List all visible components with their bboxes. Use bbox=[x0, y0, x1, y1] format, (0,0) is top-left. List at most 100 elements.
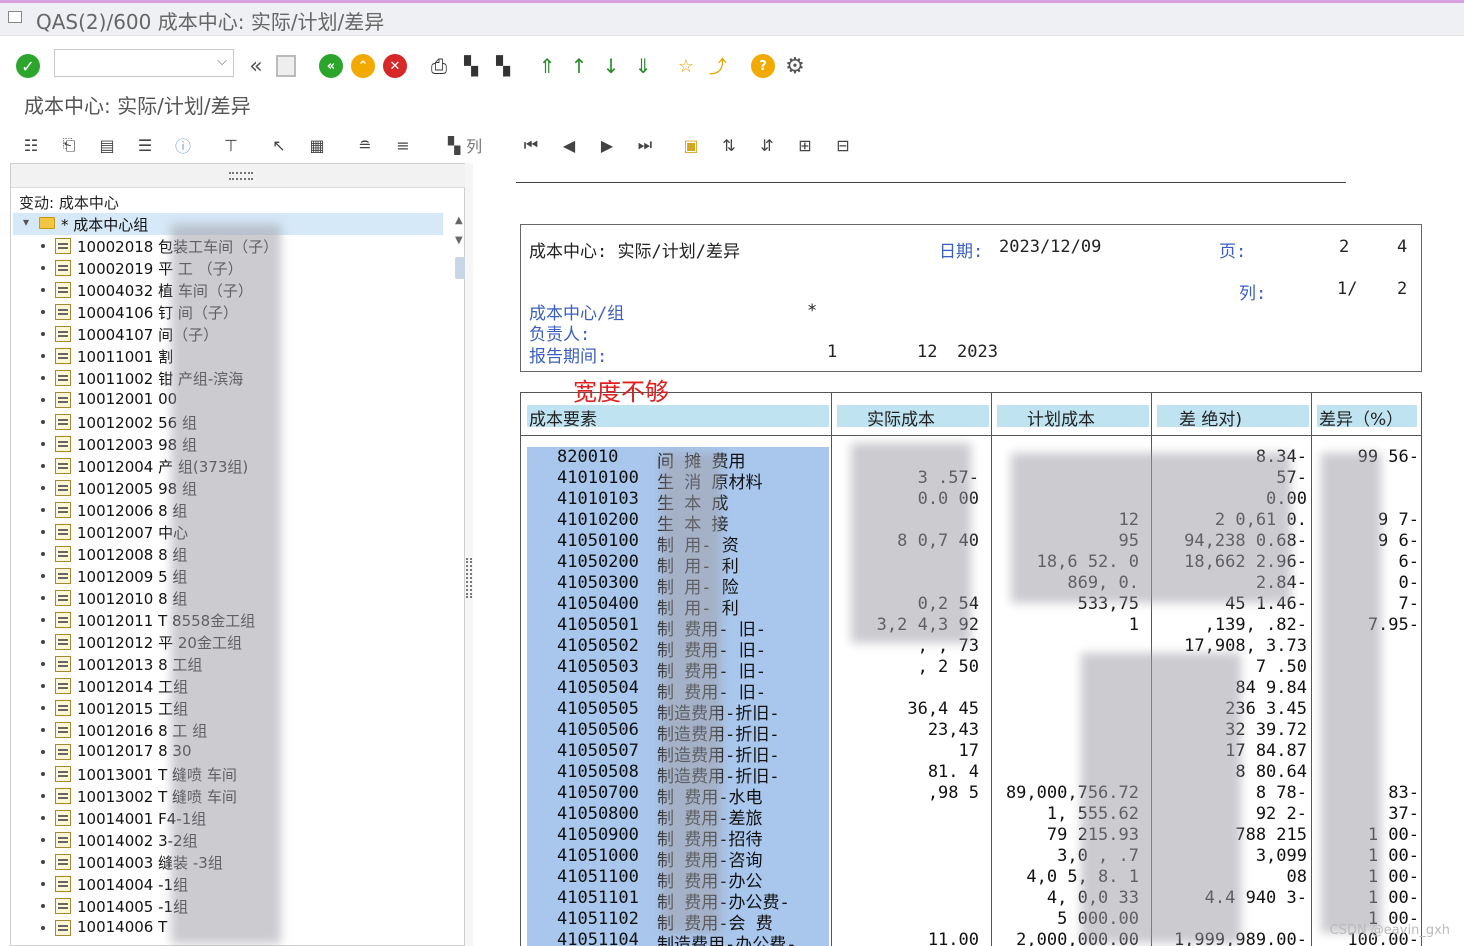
bullet-icon bbox=[41, 596, 45, 600]
table-redaction bbox=[1321, 453, 1381, 933]
expand-rows-icon[interactable]: ≡ bbox=[392, 134, 414, 156]
annotation-text: 宽度不够 bbox=[573, 378, 669, 406]
drilldown-icon[interactable]: ⊞ bbox=[794, 134, 816, 156]
collapse-rows-icon[interactable]: ≘ bbox=[354, 134, 376, 156]
help-button[interactable]: ? bbox=[750, 53, 776, 79]
back-button[interactable]: « bbox=[318, 53, 344, 79]
table-row[interactable]: 41050700制 费用-水电 ,98 589,000,756.728 78- … bbox=[521, 783, 1421, 808]
sort-asc-icon[interactable]: ⇅ bbox=[718, 134, 740, 156]
command-input[interactable] bbox=[55, 50, 205, 76]
bullet-icon bbox=[41, 288, 45, 292]
table-row[interactable]: 41051102制 费用-会 费5 000.001 00- bbox=[521, 909, 1421, 934]
clipboard-icon[interactable]: ▣ bbox=[680, 134, 702, 156]
enter-button[interactable]: ✓ bbox=[15, 53, 41, 79]
table-row[interactable]: 41050501制 费用- 旧-3,2 4,3 921 ,139, .82-7.… bbox=[521, 615, 1421, 640]
bullet-icon bbox=[41, 706, 45, 710]
tree-structure-icon[interactable]: ⊟ bbox=[832, 134, 854, 156]
variance-abs: ,139, .82- bbox=[1204, 615, 1307, 635]
cost-element-code: 41051102 bbox=[557, 909, 639, 929]
scroll-down-icon[interactable]: ▼ bbox=[455, 235, 463, 246]
list-icon[interactable]: ☰ bbox=[134, 134, 156, 156]
report-icon[interactable]: ⎗ bbox=[58, 134, 80, 156]
last-page-icon[interactable]: ⇓ bbox=[630, 53, 656, 79]
print-icon[interactable]: ⎙ bbox=[426, 53, 452, 79]
cost-element-code: 41050505 bbox=[557, 699, 639, 719]
next-page-icon[interactable]: ↓ bbox=[598, 53, 624, 79]
pane-splitter[interactable] bbox=[465, 163, 473, 946]
previous-icon[interactable]: ◀ bbox=[558, 134, 580, 156]
cancel-icon: ✕ bbox=[383, 54, 407, 78]
bullet-icon bbox=[41, 684, 45, 688]
first-page-icon[interactable]: ⇑ bbox=[534, 53, 560, 79]
exit-button[interactable]: ⌃ bbox=[350, 53, 376, 79]
find-icon[interactable]: ▚ bbox=[458, 53, 484, 79]
table-row[interactable]: 41051100制 费用-办公4,0 5, 8. 1 08 1 00- bbox=[521, 867, 1421, 892]
bullet-icon bbox=[41, 354, 45, 358]
table-row[interactable]: 41050502制 费用- 旧- , , 7317,908, 3.73 bbox=[521, 636, 1421, 661]
table-row[interactable]: 41050504制 费用- 旧-84 9.84 bbox=[521, 678, 1421, 703]
next-icon[interactable]: ▶ bbox=[596, 134, 618, 156]
collapse-icon[interactable]: « bbox=[243, 53, 269, 79]
header-element[interactable]: 成本要素 bbox=[527, 405, 829, 430]
command-field[interactable]: ⌵ bbox=[54, 49, 234, 77]
check-icon: ✓ bbox=[16, 54, 40, 78]
table-row[interactable]: 41050506制造费用-折旧-23,4332 39.72 bbox=[521, 720, 1421, 745]
bullet-icon bbox=[41, 772, 45, 776]
table-row[interactable]: 41051000制 费用-咨询3,0 , .73,099 1 00- bbox=[521, 846, 1421, 871]
header-actual[interactable]: 实际成本 bbox=[837, 405, 989, 430]
cost-center-icon bbox=[55, 282, 71, 298]
select-icon[interactable]: ↖ bbox=[268, 134, 290, 156]
table-row[interactable]: 41050505制造费用-折旧-36,4 45236 3.45 bbox=[521, 699, 1421, 724]
cost-element-code: 41050507 bbox=[557, 741, 639, 761]
header-variance-abs[interactable]: 差 绝对) bbox=[1157, 405, 1309, 430]
actual-cost: 17 bbox=[958, 741, 979, 761]
cancel-button[interactable]: ✕ bbox=[382, 53, 408, 79]
last-icon[interactable]: ⏭ bbox=[634, 134, 656, 156]
layout-icon[interactable]: ▤ bbox=[96, 134, 118, 156]
date-value: 2023/12/09 bbox=[999, 237, 1102, 257]
info-icon[interactable]: ⓘ bbox=[172, 134, 194, 156]
table-row[interactable]: 41050507制造费用-折旧-1717 84.87 bbox=[521, 741, 1421, 766]
header-variance-pct[interactable]: 差异（%） bbox=[1317, 405, 1417, 430]
standard-toolbar: ✓ ⌵ « « ⌃ ✕ ⎙ ▚ ▚ ⇑ ↑ ↓ ⇓ ☆ ⤴ ? ⚙ bbox=[0, 40, 1464, 90]
table-row[interactable]: 41050800制 费用-差旅1, 555.6292 2- 37- bbox=[521, 804, 1421, 829]
chevron-down-icon[interactable]: ⌵ bbox=[217, 54, 227, 69]
scroll-up-icon[interactable]: ▲ bbox=[455, 215, 463, 226]
cost-center-icon bbox=[55, 590, 71, 606]
filter-icon[interactable]: ⊤ bbox=[220, 134, 242, 156]
scroll-thumb[interactable] bbox=[455, 257, 465, 279]
header-underline bbox=[521, 435, 1421, 436]
new-session-icon[interactable]: ☆ bbox=[673, 53, 699, 79]
bullet-icon bbox=[41, 420, 45, 424]
columns-button[interactable]: ▚ 列 bbox=[440, 134, 490, 157]
shortcut-icon[interactable]: ⤴ bbox=[705, 53, 731, 79]
first-icon[interactable]: ⏮ bbox=[520, 134, 542, 156]
column-value: 1/ bbox=[1337, 279, 1358, 299]
settings-gear-icon[interactable]: ⚙ bbox=[782, 53, 808, 79]
cost-center-icon bbox=[55, 656, 71, 672]
table-row[interactable]: 41050503制 费用- 旧- , 2 507 .50 bbox=[521, 657, 1421, 682]
previous-page-icon[interactable]: ↑ bbox=[566, 53, 592, 79]
save-button[interactable] bbox=[273, 53, 299, 79]
table-row[interactable]: 41051101制 费用-办公费-4, 0,0 334.4 940 3-1 00… bbox=[521, 888, 1421, 913]
bullet-icon bbox=[41, 552, 45, 556]
sort-desc-icon[interactable]: ⇵ bbox=[756, 134, 778, 156]
table-icon[interactable]: ▦ bbox=[306, 134, 328, 156]
table-row[interactable]: 41051104制造费用-办公费-11.002,000,000.001,999,… bbox=[521, 930, 1421, 946]
cost-element-code: 41050300 bbox=[557, 573, 639, 593]
date-label: 日期: bbox=[939, 242, 984, 262]
bullet-icon bbox=[41, 376, 45, 380]
table-row[interactable]: 41050900制 费用-招待79 215.93788 2151 00- bbox=[521, 825, 1421, 850]
expand-arrow-icon[interactable]: ▾ bbox=[23, 215, 29, 229]
pane-grip[interactable] bbox=[11, 164, 466, 188]
cost-element-code: 41051100 bbox=[557, 867, 639, 887]
hierarchy-icon[interactable]: ☷ bbox=[20, 134, 42, 156]
actual-cost: , 2 50 bbox=[917, 657, 979, 677]
cost-center-icon bbox=[55, 436, 71, 452]
report-title: 成本中心: 实际/计划/差异 bbox=[529, 242, 740, 262]
find-next-icon[interactable]: ▚ bbox=[490, 53, 516, 79]
page-value: 2 bbox=[1339, 237, 1350, 257]
table-row[interactable]: 41050508制造费用-折旧-81. 48 80.64 bbox=[521, 762, 1421, 787]
header-plan[interactable]: 计划成本 bbox=[997, 405, 1149, 430]
watermark: CSDN @eavin_gxh bbox=[1329, 923, 1450, 938]
